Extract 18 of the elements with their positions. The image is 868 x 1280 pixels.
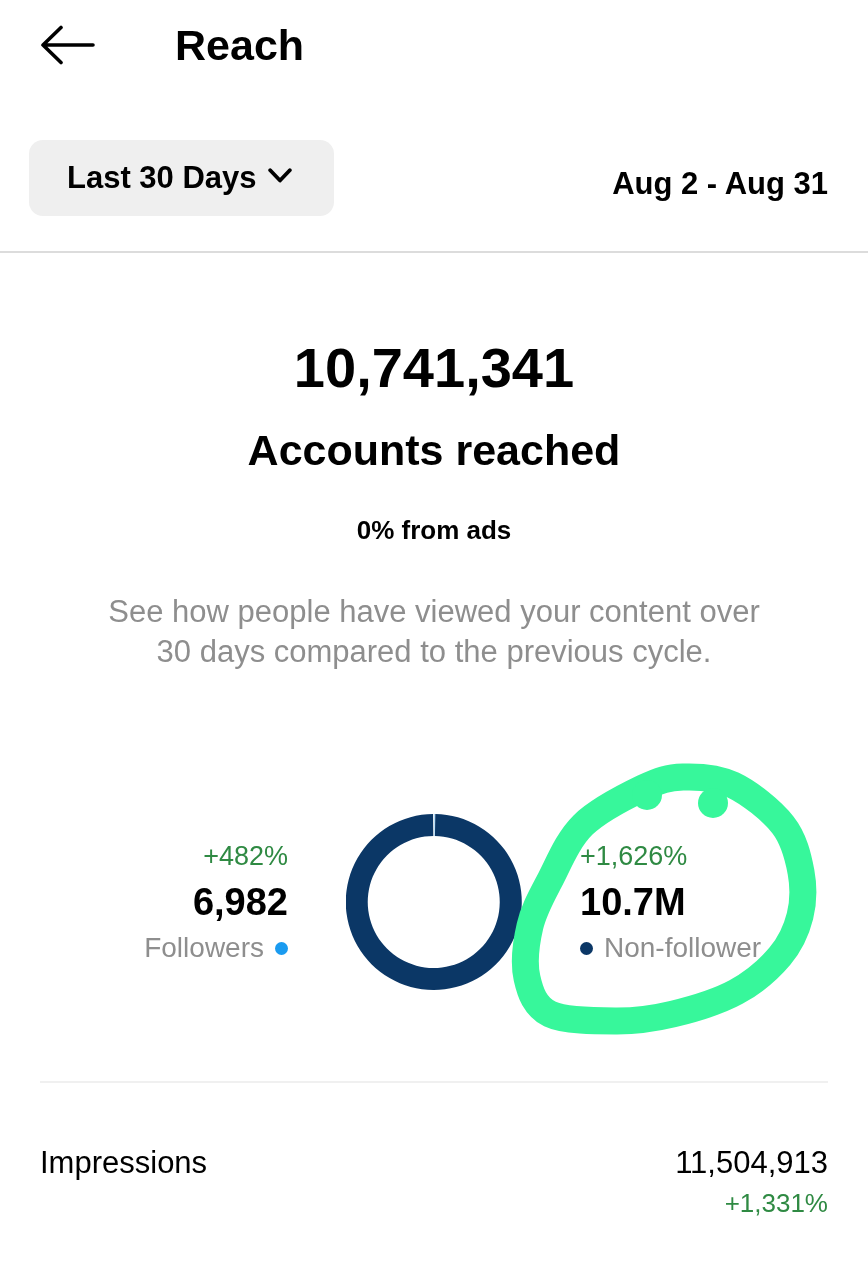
metric-change: +1,331% [724,1187,828,1220]
accounts-reached-label: Accounts reached [247,425,621,476]
audience-count: 10.7M [580,880,686,925]
period-dropdown[interactable]: Last 30 Days [29,140,334,216]
audience-count: 6,982 [192,880,288,925]
change-percent: +482% [203,840,288,873]
back-arrow-icon[interactable] [40,25,95,65]
metric-label: Impressions [40,1144,208,1182]
accounts-reached-count: 10,741,341 [293,335,575,401]
ads-share-text: 0% from ads [356,514,512,546]
date-range: Aug 2 - Aug 31 [612,165,828,203]
change-percent: +1,626% [580,840,688,873]
audience-label: Non-follower [604,931,762,965]
description-text: See how people have viewed your content over 30 days compared to the previous cycle. [107,593,761,671]
page-title: Reach [175,20,305,71]
audience-label: Followers [144,931,264,965]
chevron-down-icon [267,167,292,183]
metric-value: 11,504,913 [675,1144,828,1182]
